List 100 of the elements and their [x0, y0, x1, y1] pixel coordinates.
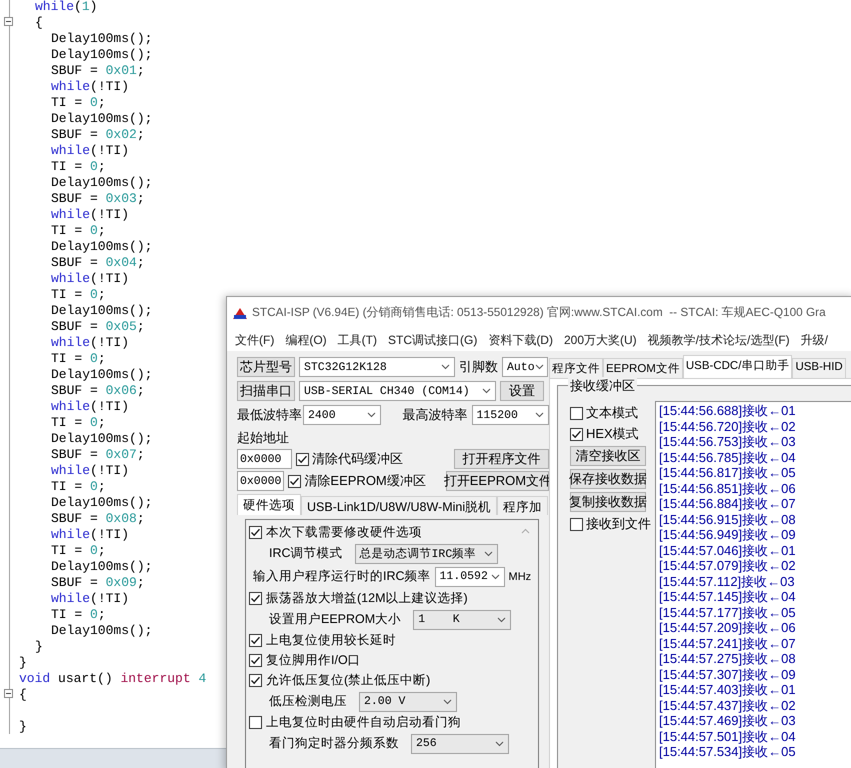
log-line: [15:44:57.177]接收←05	[659, 604, 797, 620]
checkbox[interactable]	[570, 518, 583, 530]
option-select[interactable]: 2.00 V	[359, 692, 457, 712]
chevron-down-icon	[535, 412, 544, 418]
code-line: TI = 0;	[50, 542, 106, 558]
code-line: TI = 0;	[50, 414, 106, 430]
code-line: }	[19, 718, 27, 734]
menu-item[interactable]: 升级/	[800, 332, 828, 348]
code-line: TI = 0;	[50, 94, 106, 110]
checkbox[interactable]	[570, 406, 583, 420]
log-line: [15:44:57.534]接收←05	[659, 744, 797, 760]
option-select[interactable]: 1 K	[413, 610, 512, 630]
menu-item[interactable]: 资料下载(D)	[488, 332, 553, 348]
code-line: SBUF = 0x02;	[50, 126, 145, 142]
option-label[interactable]: 复位脚用作I/O口	[266, 652, 361, 669]
tab[interactable]: USB-HID	[792, 358, 846, 378]
menu-item[interactable]: 工具(T)	[338, 332, 377, 348]
checkbox[interactable]	[288, 474, 302, 488]
menu-item[interactable]: 文件(F)	[235, 332, 274, 348]
group-title: 接收缓冲区	[568, 377, 637, 395]
checkbox[interactable]	[249, 592, 262, 605]
log-line: [15:44:57.275]接收←08	[659, 651, 797, 666]
code-line: TI = 0;	[50, 606, 106, 622]
tab[interactable]: EEPROM文件	[603, 358, 683, 378]
chevron-down-icon	[366, 412, 376, 418]
checkbox[interactable]	[249, 654, 262, 667]
code-line: TI = 0;	[50, 286, 106, 302]
code-line: while(!TI)	[50, 334, 130, 350]
receive-button[interactable]: 清空接收区	[570, 446, 646, 466]
log-line: [15:44:57.046]接收←01	[659, 542, 797, 558]
option-label[interactable]: 上电复位使用较长延时	[266, 632, 396, 649]
tab[interactable]: USB-Link1D/U8W/U8W-Mini脱机	[301, 496, 498, 515]
code-line: Delay100ms();	[50, 30, 152, 46]
code-line: Delay100ms();	[50, 238, 152, 254]
option-label[interactable]: 上电复位时由硬件自动启动看门狗	[266, 714, 461, 731]
checkbox[interactable]	[249, 526, 262, 539]
code-line: SBUF = 0x06;	[50, 382, 145, 398]
tab[interactable]: 程序加	[497, 496, 548, 515]
menu-item[interactable]: 视频教学/技术论坛/选型(F)	[648, 332, 790, 348]
log-line: [15:44:57.112]接收←03	[659, 574, 796, 589]
chip-model-select[interactable]: STC32G12K128	[299, 357, 455, 377]
chevron-down-icon	[441, 364, 450, 370]
open-file-button[interactable]: 打开程序文件	[454, 449, 549, 469]
checkbox[interactable]	[570, 428, 583, 440]
option-label: 看门狗定时器分频系数	[269, 735, 399, 752]
scan-port-button[interactable]: 扫描串口	[237, 381, 295, 401]
checkbox[interactable]	[296, 452, 310, 466]
code-line: while(!TI)	[50, 206, 130, 222]
chevron-down-icon	[484, 550, 494, 556]
code-line: while(!TI)	[50, 462, 130, 478]
checkbox[interactable]	[249, 634, 262, 647]
checkbox-label[interactable]: 清除EEPROM缓冲区	[304, 472, 442, 490]
code-line: Delay100ms();	[50, 494, 152, 510]
receive-button[interactable]: 保存接收数据	[570, 469, 646, 489]
checkbox-label[interactable]: 清除代码缓冲区	[312, 450, 450, 468]
checkbox-label[interactable]: 文本模式	[586, 404, 638, 422]
code-line: SBUF = 0x04;	[50, 254, 145, 270]
code-line: SBUF = 0x03;	[50, 190, 145, 206]
option-label[interactable]: 允许低压复位(禁止低压中断)	[266, 672, 430, 689]
menu-item[interactable]: STC调试接口(G)	[388, 332, 478, 348]
code-line: TI = 0;	[50, 350, 106, 366]
log-line: [15:44:56.817]接收←05	[659, 465, 797, 480]
log-line: [15:44:57.403]接收←01	[659, 682, 797, 698]
min-baud-select[interactable]: 2400	[303, 405, 380, 425]
checkbox-label[interactable]: HEX模式	[586, 425, 639, 443]
menu-item[interactable]: 编程(O)	[285, 332, 327, 348]
option-label[interactable]: 振荡器放大增益(12M以上建议选择)	[266, 590, 468, 607]
tab[interactable]: 程序文件	[549, 358, 603, 378]
port-select[interactable]: USB-SERIAL CH340 (COM14)	[299, 381, 496, 401]
app-logo-icon	[232, 306, 248, 320]
code-line: TI = 0;	[50, 478, 106, 494]
checkbox-label[interactable]: 接收到文件	[586, 515, 651, 533]
code-line: }	[19, 654, 27, 670]
tab[interactable]: 硬件选项	[237, 494, 301, 515]
chevron-down-icon	[443, 698, 452, 704]
settings-button[interactable]: 设置	[500, 381, 544, 401]
frequency-combo[interactable]: 11.0592	[434, 566, 505, 586]
checkbox[interactable]	[249, 674, 262, 687]
code-line: }	[34, 638, 43, 654]
checkbox[interactable]	[249, 716, 262, 729]
menu-item[interactable]: 200万大奖(U)	[564, 332, 637, 348]
option-select[interactable]: 总是动态调节IRC频率	[354, 544, 498, 564]
option-label[interactable]: 本次下载需要修改硬件选项	[266, 524, 422, 541]
tab[interactable]: USB-CDC/串口助手	[682, 355, 792, 378]
pins-select[interactable]: Auto	[502, 357, 548, 377]
receive-button[interactable]: 复制接收数据	[570, 492, 646, 512]
code-line: while(!TI)	[50, 590, 130, 606]
max-baud-select[interactable]: 115200	[472, 405, 549, 425]
log-line: [15:44:56.915]接收←08	[659, 512, 797, 527]
code-line: {	[34, 14, 43, 30]
log-line: [15:44:56.851]接收←06	[659, 480, 797, 496]
chevron-down-icon	[482, 388, 491, 394]
collapse-icon[interactable]	[4, 689, 13, 698]
address-field[interactable]: 0x0000	[237, 449, 292, 469]
chip-model-button[interactable]: 芯片型号	[237, 357, 295, 377]
option-select[interactable]: 256	[411, 734, 509, 754]
code-line: Delay100ms();	[50, 430, 152, 446]
address-field[interactable]: 0x0000	[237, 471, 284, 491]
code-line: while(!TI)	[50, 142, 130, 158]
collapse-icon[interactable]	[4, 17, 13, 26]
